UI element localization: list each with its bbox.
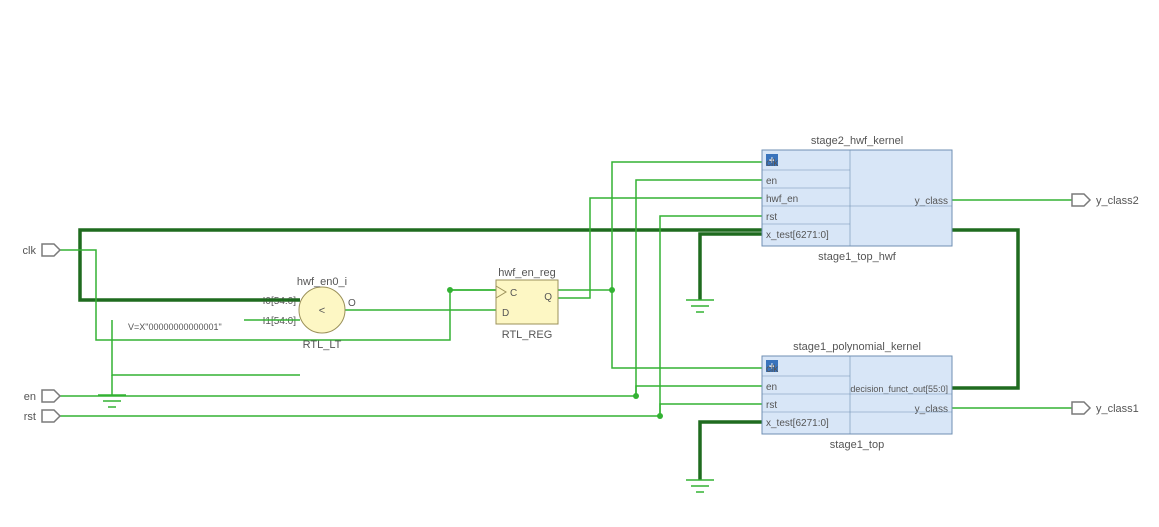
wire-xtest-stage2 [700,234,762,300]
junction [657,413,663,419]
svg-text:O: O [348,298,356,309]
svg-text:hwf_en0_i: hwf_en0_i [297,276,347,288]
svg-text:clk: clk [766,364,779,375]
port-yclass2: y_class2 [1072,194,1139,207]
svg-text:Q: Q [544,292,552,303]
junction [633,393,639,399]
svg-text:y_class: y_class [915,196,948,207]
block-stage1-polynomial-kernel[interactable]: stage1_polynomial_kernel stage1_top + cl… [762,341,952,451]
svg-text:decision_funct_out[55:0]: decision_funct_out[55:0] [850,384,948,394]
port-rst: rst [24,410,60,423]
constant-label: V=X"00000000000001" [128,322,222,332]
wire-rst-main [60,404,762,416]
svg-text:hwf_en_reg: hwf_en_reg [498,267,556,279]
port-clk: clk [23,244,60,257]
svg-text:rst: rst [766,400,777,411]
svg-text:D: D [502,308,509,319]
svg-text:RTL_REG: RTL_REG [502,329,553,341]
svg-text:y_class2: y_class2 [1096,195,1139,207]
wire-clk-to-stage1 [612,290,762,368]
svg-text:stage1_top_hwf: stage1_top_hwf [818,251,897,263]
block-stage2-hwf-kernel[interactable]: stage2_hwf_kernel stage1_top_hwf + clk e… [762,135,952,263]
junction [609,287,615,293]
svg-text:x_test[6271:0]: x_test[6271:0] [766,418,829,429]
junction [447,287,453,293]
svg-text:RTL_LT: RTL_LT [303,339,342,351]
svg-text:stage2_hwf_kernel: stage2_hwf_kernel [811,135,903,147]
svg-text:clk: clk [766,158,779,169]
svg-text:rst: rst [24,411,36,423]
svg-text:clk: clk [23,245,37,257]
svg-text:en: en [766,176,777,187]
port-en: en [24,390,60,403]
wire-xtest-stage1 [700,422,762,480]
port-yclass1: y_class1 [1072,402,1139,415]
svg-text:y_class: y_class [915,404,948,415]
svg-text:<: < [319,305,325,317]
wire-clk-to-stage2 [450,162,762,290]
svg-text:stage1_polynomial_kernel: stage1_polynomial_kernel [793,341,921,353]
svg-text:en: en [24,391,36,403]
svg-text:y_class1: y_class1 [1096,403,1139,415]
svg-text:I1[54:0]: I1[54:0] [263,316,297,327]
svg-text:I0[54:0]: I0[54:0] [263,296,297,307]
svg-text:rst: rst [766,212,777,223]
svg-text:hwf_en: hwf_en [766,194,798,205]
svg-text:C: C [510,288,517,299]
wire-en-main [60,386,762,396]
svg-text:en: en [766,382,777,393]
register-rtl-reg: hwf_en_reg RTL_REG C D Q [496,267,558,341]
svg-text:x_test[6271:0]: x_test[6271:0] [766,230,829,241]
svg-text:stage1_top: stage1_top [830,439,884,451]
